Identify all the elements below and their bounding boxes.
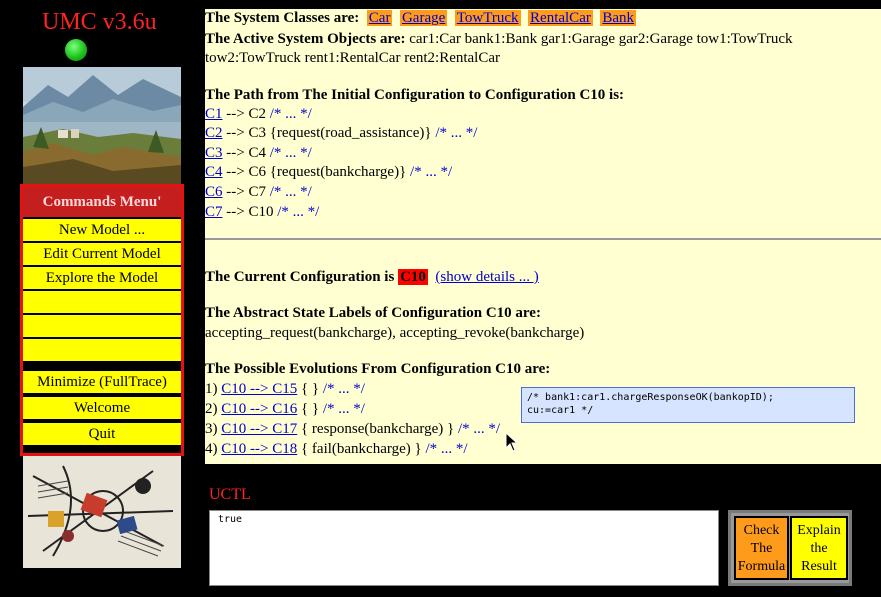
- path-link-c4[interactable]: C4: [205, 164, 223, 180]
- path-comment[interactable]: /* ... */: [270, 145, 312, 161]
- comment-tooltip: /* bank1:car1.chargeResponseOK(bankopID)…: [521, 387, 855, 423]
- current-configuration-label: The Current Configuration is: [205, 269, 395, 285]
- path-comment[interactable]: /* ... */: [270, 106, 312, 122]
- evolution-item: 2) C10 --> C16 { } /* ... */: [205, 401, 365, 417]
- class-link-rentalcar[interactable]: RentalCar: [528, 10, 593, 26]
- path-link-c6[interactable]: C6: [205, 184, 223, 200]
- active-objects-label: The Active System Objects are:: [205, 31, 406, 47]
- active-objects-continuation: tow2:TowTruck rent1:RentalCar rent2:Rent…: [205, 50, 501, 66]
- system-classes-label: The System Classes are:: [205, 10, 360, 26]
- class-link-towtruck[interactable]: TowTruck: [454, 10, 521, 26]
- evolution-comment[interactable]: /* ... */: [458, 421, 500, 437]
- path-comment[interactable]: /* ... */: [277, 204, 319, 220]
- mouse-cursor-icon: [505, 431, 519, 457]
- active-objects-text: car1:Car bank1:Bank gar1:Garage gar2:Gar…: [409, 31, 793, 47]
- minimize-fulltrace-button[interactable]: Minimize (FullTrace): [23, 371, 181, 395]
- path-step: C6 --> C7 /* ... */: [205, 184, 312, 200]
- path-step: C4 --> C6 {request(bankcharge)} /* ... *…: [205, 164, 453, 180]
- path-step: C1 --> C2 /* ... */: [205, 106, 312, 122]
- quit-button[interactable]: Quit: [23, 423, 181, 447]
- evolution-link-c15[interactable]: C10 --> C15: [221, 381, 297, 397]
- path-link-c3[interactable]: C3: [205, 145, 223, 161]
- commands-menu: Commands Menu' New Model ... Edit Curren…: [20, 184, 184, 456]
- evolution-comment[interactable]: /* ... */: [323, 401, 365, 417]
- app-title: UMC v3.6u: [42, 9, 157, 35]
- evolution-link-c16[interactable]: C10 --> C16: [221, 401, 297, 417]
- explore-model-button[interactable]: Explore the Model: [23, 267, 181, 291]
- path-step: C7 --> C10 /* ... */: [205, 204, 320, 220]
- empty-menu-button-3[interactable]: [23, 339, 181, 363]
- path-heading: The Path from The Initial Configuration …: [205, 87, 625, 103]
- evolution-comment[interactable]: /* ... */: [425, 441, 467, 457]
- path-comment[interactable]: /* ... */: [410, 164, 452, 180]
- path-link-c2[interactable]: C2: [205, 125, 223, 141]
- path-step: C2 --> C3 {request(road_assistance)} /* …: [205, 125, 478, 141]
- evolution-link-c17[interactable]: C10 --> C17: [221, 421, 297, 437]
- active-objects-line: The Active System Objects are: car1:Car …: [205, 31, 793, 48]
- empty-menu-button-2[interactable]: [23, 315, 181, 339]
- section-divider: [205, 238, 881, 240]
- abstract-painting-image: [23, 456, 181, 568]
- evolution-item: 1) C10 --> C15 { } /* ... */: [205, 381, 365, 397]
- evolution-comment[interactable]: /* ... */: [323, 381, 365, 397]
- uctl-label: UCTL: [209, 486, 251, 503]
- tooltip-line-2: cu:=car1 */: [527, 405, 594, 416]
- path-link-c7[interactable]: C7: [205, 204, 223, 220]
- evolution-link-c18[interactable]: C10 --> C18: [221, 441, 297, 457]
- path-link-c1[interactable]: C1: [205, 106, 223, 122]
- class-link-bank[interactable]: Bank: [600, 10, 637, 26]
- new-model-button[interactable]: New Model ...: [23, 219, 181, 243]
- evolution-item: 3) C10 --> C17 { response(bankcharge) } …: [205, 421, 501, 437]
- uctl-formula-input[interactable]: true: [209, 510, 719, 586]
- empty-menu-button-1[interactable]: [23, 291, 181, 315]
- landscape-painting-image: [23, 67, 181, 187]
- path-step: C3 --> C4 /* ... */: [205, 145, 312, 161]
- current-configuration-badge: C10: [398, 269, 428, 285]
- edit-current-model-button[interactable]: Edit Current Model: [23, 243, 181, 267]
- evolutions-heading: The Possible Evolutions From Configurati…: [205, 361, 551, 377]
- explain-result-button[interactable]: Explain the Result: [790, 516, 848, 580]
- class-link-garage[interactable]: Garage: [399, 10, 448, 26]
- tooltip-line-1: /* bank1:car1.chargeResponseOK(bankopID)…: [527, 392, 774, 403]
- path-comment[interactable]: /* ... */: [270, 184, 312, 200]
- uctl-button-group: Check The Formula Explain the Result: [728, 510, 852, 586]
- state-labels-heading: The Abstract State Labels of Configurati…: [205, 305, 541, 321]
- class-link-car[interactable]: Car: [366, 10, 393, 26]
- status-indicator: [65, 39, 87, 61]
- state-labels-text: accepting_request(bankcharge), accepting…: [205, 325, 585, 341]
- path-comment[interactable]: /* ... */: [435, 125, 477, 141]
- welcome-button[interactable]: Welcome: [23, 397, 181, 421]
- system-classes-line: The System Classes are: Car Garage TowTr…: [205, 10, 637, 27]
- commands-menu-header: Commands Menu': [23, 187, 181, 219]
- current-configuration-line: The Current Configuration is C10 (show d…: [205, 269, 539, 286]
- evolution-item: 4) C10 --> C18 { fail(bankcharge) } /* .…: [205, 441, 468, 457]
- show-details-link[interactable]: (show details ... ): [435, 269, 538, 285]
- check-formula-button[interactable]: Check The Formula: [734, 516, 789, 580]
